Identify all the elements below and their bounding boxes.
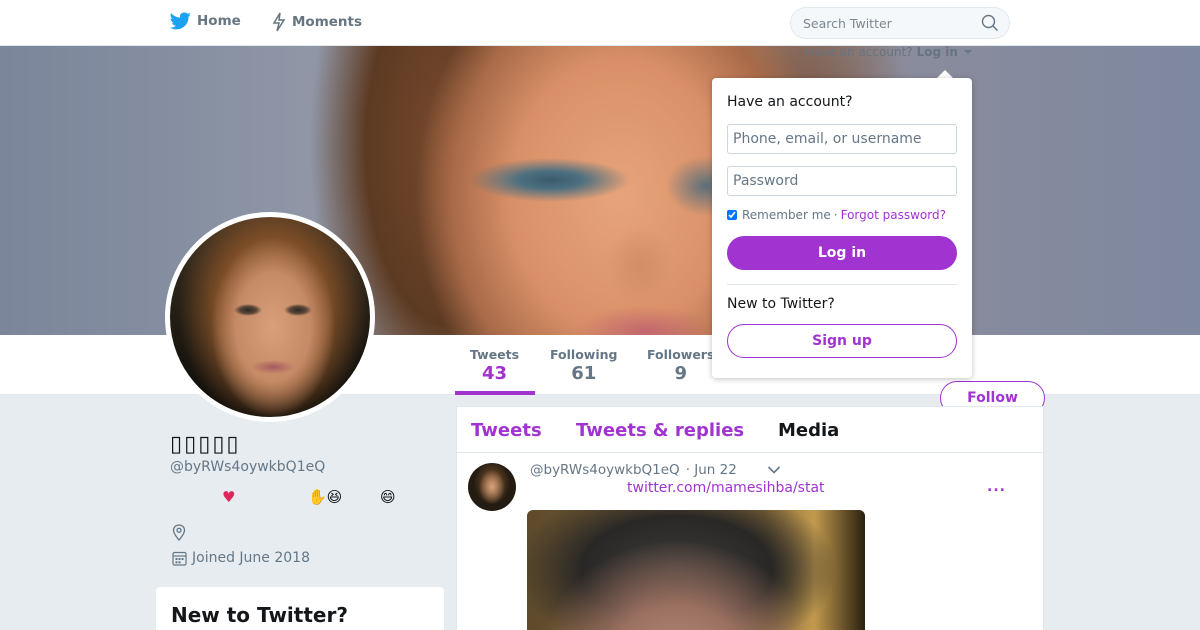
chevron-down-icon[interactable] bbox=[767, 465, 781, 475]
lightning-icon bbox=[272, 12, 286, 32]
location-pin-icon bbox=[172, 524, 186, 541]
login-hint-link[interactable]: Log in bbox=[917, 46, 958, 59]
stat-value: 9 bbox=[674, 363, 687, 384]
password-input[interactable] bbox=[727, 166, 957, 196]
stat-value: 61 bbox=[571, 363, 597, 384]
search-input[interactable] bbox=[790, 7, 1010, 39]
tweet-date[interactable]: · Jun 22 bbox=[686, 462, 737, 478]
remember-row: Remember me · Forgot password? bbox=[727, 208, 946, 222]
stat-followers[interactable]: Followers 9 bbox=[647, 347, 714, 384]
profile-avatar[interactable] bbox=[165, 212, 375, 422]
login-button[interactable]: Log in bbox=[727, 236, 957, 270]
nav-moments[interactable]: Moments bbox=[272, 12, 362, 32]
magnifier-icon[interactable] bbox=[981, 14, 999, 32]
tab-media[interactable]: Media bbox=[778, 420, 839, 441]
tab-tweets-and-replies[interactable]: Tweets & replies bbox=[576, 420, 744, 441]
joined-date: Joined June 2018 bbox=[192, 550, 310, 566]
separator-dot: · bbox=[833, 208, 838, 222]
dropdown-divider bbox=[727, 284, 957, 285]
nav-home[interactable]: Home bbox=[170, 12, 241, 30]
login-dropdown: Have an account? Remember me · Forgot pa… bbox=[712, 78, 972, 378]
location-row bbox=[172, 524, 186, 545]
stat-label: Tweets bbox=[470, 347, 520, 362]
tweet-header: @byRWs4oywkbQ1eQ · Jun 22 bbox=[530, 462, 737, 478]
timeline-tabs: Tweets Tweets & replies Media bbox=[457, 407, 1043, 453]
tweet-avatar[interactable] bbox=[468, 463, 516, 511]
tweet-link[interactable]: twitter.com/mamesihba/stat bbox=[627, 480, 825, 496]
remember-me-label[interactable]: Remember me bbox=[742, 208, 831, 222]
new-to-twitter-title: New to Twitter? bbox=[171, 603, 348, 627]
login-hint: Have an account? Log in bbox=[805, 46, 972, 59]
calendar-icon bbox=[172, 551, 187, 566]
tab-tweets[interactable]: Tweets bbox=[471, 420, 542, 441]
username-input[interactable] bbox=[727, 124, 957, 154]
stat-label: Following bbox=[550, 347, 618, 362]
tweet-more-link[interactable]: ... bbox=[987, 479, 1006, 495]
top-navigation-bar: Home Moments bbox=[0, 0, 1200, 46]
profile-name[interactable]: ▯▯▯▯▯ bbox=[170, 432, 241, 457]
twitter-bird-icon bbox=[170, 12, 191, 30]
stat-label: Followers bbox=[647, 347, 715, 362]
timeline: Tweets Tweets & replies Media @byRWs4oyw… bbox=[456, 406, 1044, 630]
hand-laugh-emoji: ✋😆 bbox=[308, 488, 343, 506]
nav-home-label: Home bbox=[197, 13, 241, 29]
heart-emoji: ♥ bbox=[222, 488, 236, 506]
signup-button[interactable]: Sign up bbox=[727, 324, 957, 358]
smile-emoji: 😄 bbox=[380, 488, 396, 506]
nav-moments-label: Moments bbox=[292, 14, 363, 30]
remember-me-checkbox[interactable] bbox=[727, 210, 737, 220]
caret-down-icon[interactable] bbox=[963, 50, 972, 54]
tweet-media-image[interactable] bbox=[527, 510, 865, 630]
profile-bio: ♥ ✋😆 😄 bbox=[170, 488, 430, 510]
active-stat-underline bbox=[455, 391, 535, 395]
dropdown-arrow bbox=[937, 70, 953, 78]
stat-value: 43 bbox=[482, 363, 508, 384]
stat-following[interactable]: Following 61 bbox=[550, 347, 617, 384]
profile-handle[interactable]: @byRWs4oywkbQ1eQ bbox=[170, 459, 325, 475]
new-to-twitter-card: New to Twitter? bbox=[156, 587, 444, 630]
forgot-password-link[interactable]: Forgot password? bbox=[841, 208, 946, 222]
stat-tweets[interactable]: Tweets 43 bbox=[470, 347, 519, 384]
tweet-handle[interactable]: @byRWs4oywkbQ1eQ bbox=[530, 462, 680, 478]
dropdown-title: Have an account? bbox=[727, 94, 853, 110]
login-hint-text: Have an account? bbox=[805, 46, 913, 59]
joined-row: Joined June 2018 bbox=[172, 550, 310, 566]
new-to-twitter-label: New to Twitter? bbox=[727, 296, 835, 312]
